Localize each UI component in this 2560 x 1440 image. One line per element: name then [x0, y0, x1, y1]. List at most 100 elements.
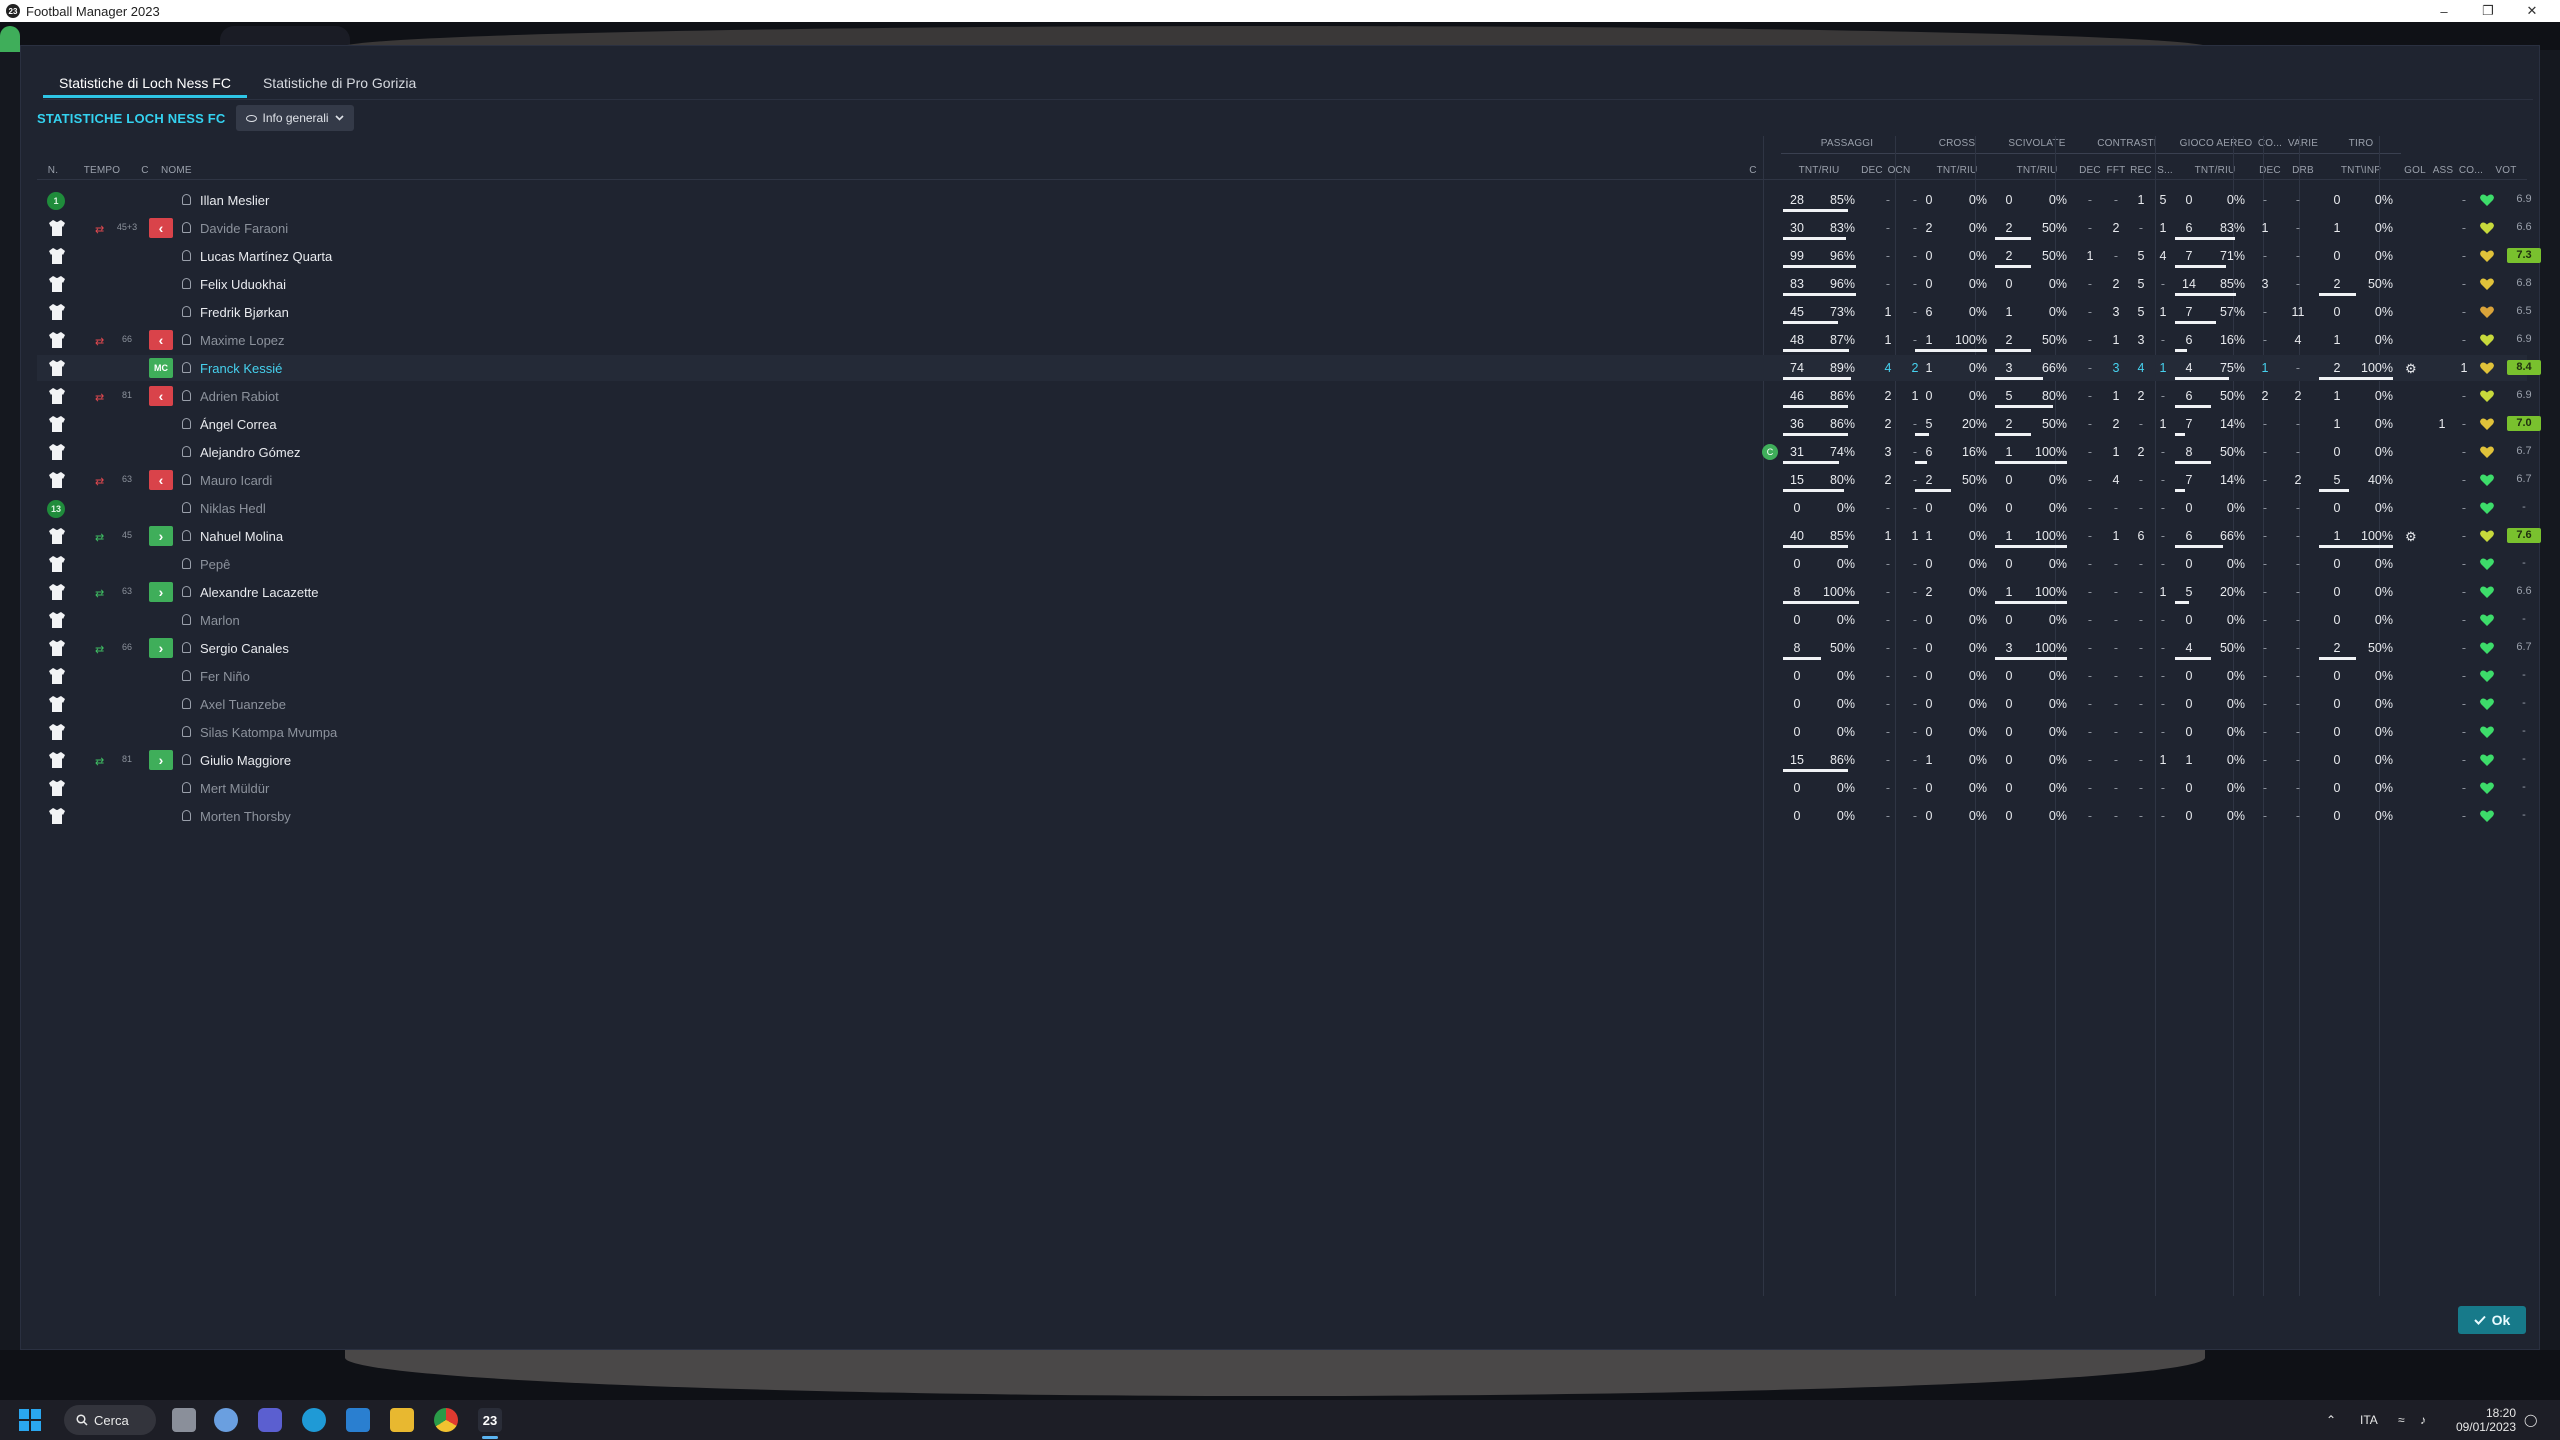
col-co2[interactable]: CO...: [2457, 165, 2485, 176]
player-row[interactable]: Fer Niño 0 0% - -0 0% 0 0% - - - -0 0% - -0 0% - -: [37, 662, 2527, 690]
maximize-button[interactable]: ❐: [2468, 0, 2508, 22]
chrome-icon[interactable]: [434, 1408, 458, 1432]
col-tempo[interactable]: TEMPO: [77, 165, 127, 176]
col-aereo-tnt-riu[interactable]: TNT/RIU: [2179, 165, 2251, 176]
player-name[interactable]: Felix Uduokhai: [200, 277, 286, 292]
task-view-icon[interactable]: [172, 1408, 196, 1432]
view-dropdown[interactable]: Info generali: [235, 105, 354, 131]
player-row[interactable]: Pepê 0 0% - -0 0% 0 0% - - - -0 0% - -0 0% - -: [37, 550, 2527, 578]
chat-icon[interactable]: [258, 1408, 282, 1432]
pass-ratio: 85%: [1829, 193, 1855, 207]
player-name[interactable]: Fer Niño: [200, 669, 250, 684]
edge-icon[interactable]: [302, 1408, 326, 1432]
player-name[interactable]: Mert Müldür: [200, 781, 269, 796]
notification-icon[interactable]: ◯: [2524, 1400, 2537, 1440]
player-name[interactable]: Maxime Lopez: [200, 333, 285, 348]
player-row[interactable]: MC Franck Kessié 74 89% 4 2 1 0% 3 66% -3 4 1 4 75% 1-2…: [37, 354, 2541, 382]
player-name[interactable]: Axel Tuanzebe: [200, 697, 286, 712]
col-pass-dec[interactable]: DEC: [1859, 165, 1885, 176]
player-name[interactable]: Pepê: [200, 557, 230, 572]
assists: -: [2461, 249, 2467, 263]
col-pass-ocn[interactable]: OCN: [1885, 165, 1913, 176]
player-row[interactable]: Axel Tuanzebe 0 0% - -0 0% 0 0% - - - -0 0% - -0 0% - -: [37, 690, 2527, 718]
player-name[interactable]: Fredrik Bjørkan: [200, 305, 289, 320]
player-name[interactable]: Illan Meslier: [200, 193, 269, 208]
player-row[interactable]: ⇄ 66 ‹ Maxime Lopez 48 87% 1 - 1 100% 2 50% - 1 3 - 6 16%…: [37, 326, 2532, 354]
player-row[interactable]: Felix Uduokhai 83 96% - - 0 0% 0 0% - 2 5 - 14 85% 3 - 2 5…: [37, 270, 2532, 298]
volume-icon[interactable]: ♪: [2420, 1400, 2426, 1440]
player-name[interactable]: Alexandre Lacazette: [200, 585, 319, 600]
player-row[interactable]: ⇄ 63 ‹ Mauro Icardi 15 80% 2 - 2 50% 0 0% - 4 - - 7 14% - 2…: [37, 466, 2532, 494]
player-row[interactable]: ⇄ 81 › Giulio Maggiore 15 86% - - 1 0% 0 0% - - - 1 1 0% -…: [37, 746, 2527, 774]
player-name[interactable]: Adrien Rabiot: [200, 389, 279, 404]
col-drb[interactable]: DRB: [2285, 165, 2321, 176]
football-manager-taskbar-icon[interactable]: 23: [478, 1408, 502, 1432]
col-pass-tnt-riu[interactable]: TNT/RIU: [1783, 165, 1855, 176]
weather-widget-icon[interactable]: [214, 1408, 238, 1432]
player-name[interactable]: Lucas Martínez Quarta: [200, 249, 332, 264]
player-row[interactable]: Morten Thorsby 0 0% - -0 0% 0 0% - - - -0 0% - -0 0% - -: [37, 802, 2527, 830]
player-row[interactable]: ⇄ 81 ‹ Adrien Rabiot 46 86% 2 1 0 0% 5 80% - 1 2 - 6 50% 2…: [37, 382, 2532, 410]
col-c2[interactable]: C: [1743, 165, 1763, 176]
col-fft[interactable]: FFT: [2103, 165, 2129, 176]
taskbar-search[interactable]: Cerca: [64, 1405, 156, 1435]
player-row[interactable]: ⇄ 45+3 ‹ Davide Faraoni 30 83% - - 2 0% 2 50% - 2 - 1 6 8…: [37, 214, 2532, 242]
player-row[interactable]: Fredrik Bjørkan 45 73% 1-6 0% 1 0% -3 5 1 7 57% -11 0…: [37, 298, 2532, 326]
player-name[interactable]: Mauro Icardi: [200, 473, 272, 488]
player-row[interactable]: Mert Müldür 0 0% - -0 0% 0 0% - - - -0 0% - -0 0% - -: [37, 774, 2527, 802]
windows-start-icon[interactable]: [18, 1408, 42, 1432]
file-explorer-icon[interactable]: [390, 1408, 414, 1432]
col-gol[interactable]: GOL: [2401, 165, 2429, 176]
aerial-ratio: 50%: [2219, 445, 2245, 459]
player-name[interactable]: Franck Kessié: [200, 361, 282, 376]
player-row[interactable]: Marlon 0 0% - -0 0% 0 0% - - - -0 0% - -0 0% - -: [37, 606, 2527, 634]
player-row[interactable]: ⇄ 63 › Alexandre Lacazette 8 100% - -2 0% 1 100% - -…: [37, 578, 2532, 606]
player-row[interactable]: Alejandro Gómez C 31 74% 3 - 6 16% 1 100% - 1 2 - 8 50%…: [37, 438, 2532, 466]
tab-pro-gorizia-stats[interactable]: Statistiche di Pro Gorizia: [247, 68, 432, 98]
player-name[interactable]: Nahuel Molina: [200, 529, 283, 544]
player-row[interactable]: Lucas Martínez Quarta 99 96% - - 0 0% 2 50% 1 - 5 4 7…: [37, 242, 2541, 270]
player-name[interactable]: Morten Thorsby: [200, 809, 291, 824]
player-name[interactable]: Niklas Hedl: [200, 501, 266, 516]
player-name[interactable]: Giulio Maggiore: [200, 753, 291, 768]
tab-loch-ness-stats[interactable]: Statistiche di Loch Ness FC: [43, 68, 247, 98]
co-dec: -: [2262, 529, 2268, 543]
player-row[interactable]: 13 Niklas Hedl 0 0% - -0 0% 0 0% - - - -0 0% - -0 0% - -: [37, 494, 2527, 522]
player-name[interactable]: Alejandro Gómez: [200, 445, 300, 460]
player-name[interactable]: Marlon: [200, 613, 240, 628]
player-name[interactable]: Sergio Canales: [200, 641, 289, 656]
player-row[interactable]: 1 Illan Meslier 28 85% - -0 0% 0 0% - -1 5 0 0% - -0 0% -…: [37, 186, 2532, 214]
col-rec[interactable]: REC: [2129, 165, 2153, 176]
close-button[interactable]: ✕: [2512, 0, 2552, 22]
player-row[interactable]: ⇄ 66 › Sergio Canales 8 50% - - 0 0% 3 100% - - - - 4 50%…: [37, 634, 2532, 662]
col-c[interactable]: C: [133, 165, 157, 176]
col-tiro-tnt-inp[interactable]: TNT\INP: [2325, 165, 2397, 176]
tray-clock[interactable]: 18:20 09/01/2023: [2456, 1400, 2516, 1440]
col-sciv-tnt-riu[interactable]: TNT/RIU: [2001, 165, 2073, 176]
minimize-button[interactable]: –: [2424, 0, 2464, 22]
col-nome[interactable]: NOME: [161, 165, 221, 176]
col-n[interactable]: N.: [43, 165, 63, 176]
col-cross-tnt-riu[interactable]: TNT/RIU: [1921, 165, 1993, 176]
duel-rec: -: [2138, 557, 2144, 571]
tray-chevron-up-icon[interactable]: ⌃: [2326, 1400, 2336, 1440]
shots-ratio: 50%: [2367, 277, 2393, 291]
col-ass[interactable]: ASS: [2429, 165, 2457, 176]
player-name[interactable]: Silas Katompa Mvumpa: [200, 725, 337, 740]
wifi-icon[interactable]: ≈: [2398, 1400, 2405, 1440]
aerial-attempted: 1: [2185, 753, 2193, 767]
col-co-dec[interactable]: DEC: [2255, 165, 2285, 176]
store-icon[interactable]: [346, 1408, 370, 1432]
player-row[interactable]: Ángel Correa 36 86% 2 - 5 20% 2 50% - 2 - 1 7 14% - - 1 0%…: [37, 410, 2541, 438]
player-name[interactable]: Davide Faraoni: [200, 221, 288, 236]
tray-language[interactable]: ITA: [2360, 1400, 2378, 1440]
ok-button[interactable]: Ok: [2458, 1306, 2526, 1334]
tackle-ratio: 50%: [2041, 249, 2067, 263]
player-row[interactable]: Silas Katompa Mvumpa 0 0% - - 0 0% 0 0% - - - - 0 0% - -…: [37, 718, 2527, 746]
col-cont-dec[interactable]: DEC: [2077, 165, 2103, 176]
col-s[interactable]: S...: [2153, 165, 2177, 176]
player-row[interactable]: ⇄ 45 › Nahuel Molina 40 85% 1 1 1 0% 1 100% - 1 6 - 6 66%…: [37, 522, 2541, 550]
col-vot[interactable]: VOT: [2489, 165, 2523, 176]
group-co: CO...: [2257, 138, 2283, 149]
player-name[interactable]: Ángel Correa: [200, 417, 277, 432]
